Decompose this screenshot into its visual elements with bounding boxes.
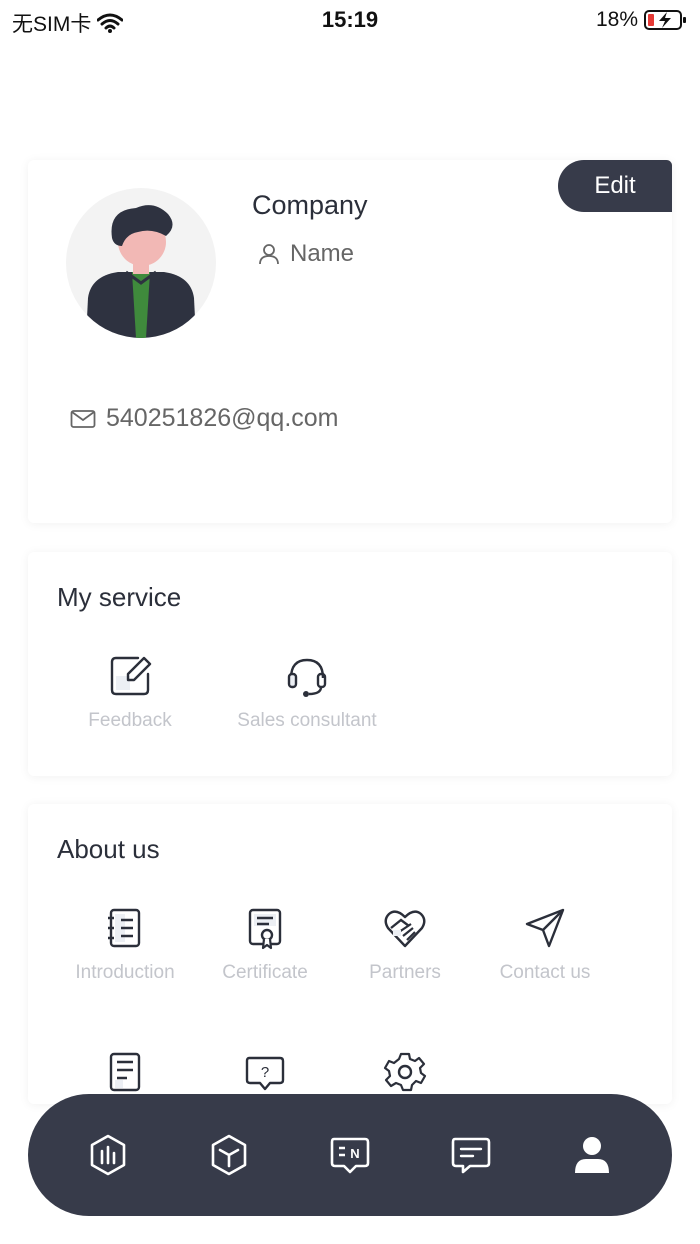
document-item[interactable] — [45, 1050, 205, 1094]
battery-charging-icon — [644, 10, 686, 30]
user-name: Name — [290, 240, 355, 267]
mail-icon — [70, 409, 96, 428]
battery-percent: 18% — [595, 8, 638, 31]
nav-messages[interactable] — [441, 1125, 501, 1185]
notebook-icon — [108, 908, 141, 948]
sales-consultant-item[interactable]: Sales consultant — [227, 654, 387, 732]
document-icon — [109, 1052, 141, 1092]
contact-us-item[interactable]: Contact us — [465, 906, 625, 984]
avatar-illustration — [86, 205, 196, 338]
certificate-label: Certificate — [222, 962, 308, 983]
about-us-title: About us — [57, 834, 160, 864]
handshake-heart-icon — [384, 910, 426, 948]
introduction-item[interactable]: Introduction — [45, 906, 205, 984]
settings-item[interactable] — [325, 1050, 485, 1094]
avatar[interactable] — [66, 188, 216, 338]
name-row: Name — [258, 240, 354, 268]
nav-profile[interactable] — [562, 1125, 622, 1185]
profile-card: Edit Company Name 540251826@qq.com — [28, 160, 672, 523]
introduction-label: Introduction — [75, 962, 175, 983]
help-item[interactable]: ? — [185, 1050, 345, 1094]
help-bubble-icon: ? — [245, 1056, 285, 1091]
sales-consultant-label: Sales consultant — [237, 710, 377, 731]
bottom-nav-bar: N — [28, 1094, 672, 1216]
settings-icon — [383, 1052, 427, 1092]
profile-icon — [574, 1137, 609, 1173]
dashboard-shield-icon — [91, 1134, 126, 1176]
email-row: 540251826@qq.com — [70, 404, 339, 433]
partners-label: Partners — [369, 962, 441, 983]
svg-text:N: N — [350, 1146, 359, 1161]
nav-products[interactable] — [199, 1125, 259, 1185]
status-right: 18% — [596, 8, 688, 32]
user-icon — [259, 244, 279, 265]
partners-item[interactable]: Partners — [325, 906, 485, 984]
nav-dashboard[interactable] — [78, 1125, 138, 1185]
my-service-card: My service Feedback Sales consultant — [28, 552, 672, 776]
svg-text:?: ? — [261, 1064, 269, 1081]
company-name: Company — [252, 190, 368, 220]
headset-icon — [287, 658, 327, 697]
cube-icon — [211, 1134, 247, 1176]
edit-button[interactable]: Edit — [558, 160, 672, 212]
message-icon — [451, 1137, 491, 1174]
email-text: 540251826@qq.com — [106, 404, 339, 432]
my-service-title: My service — [57, 582, 182, 612]
status-bar: 无SIM卡 15:19 18% — [0, 0, 700, 40]
feedback-label: Feedback — [88, 710, 172, 731]
about-us-card: About us Introduction Certificate Partne… — [28, 804, 672, 1104]
nav-news[interactable]: N — [320, 1125, 380, 1185]
feedback-item[interactable]: Feedback — [50, 654, 210, 732]
send-icon — [525, 908, 565, 948]
certificate-item[interactable]: Certificate — [185, 906, 345, 984]
certificate-icon — [248, 908, 282, 950]
feedback-icon — [110, 656, 152, 696]
contact-us-label: Contact us — [499, 962, 591, 983]
news-icon: N — [330, 1137, 370, 1174]
